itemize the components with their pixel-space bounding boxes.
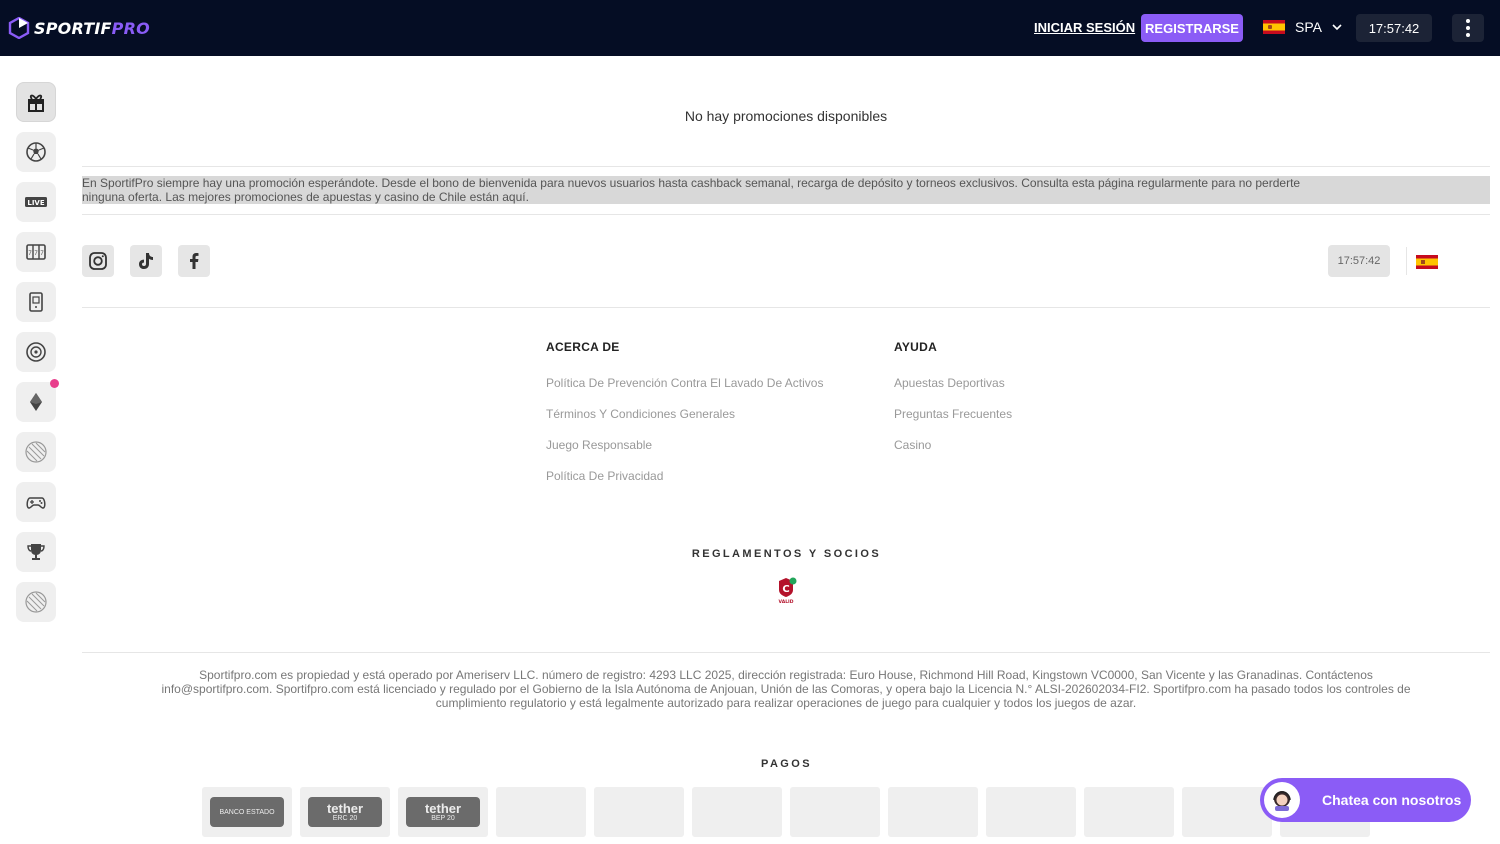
legal-line-1: Sportifpro.com es propiedad y está opera… (199, 668, 1373, 682)
chat-button[interactable]: Chatea con nosotros (1260, 778, 1471, 822)
sidebar-item-mobile-games[interactable] (16, 282, 56, 322)
svg-text:C: C (782, 584, 789, 595)
svg-text:7: 7 (40, 251, 44, 257)
roulette-icon (26, 342, 46, 362)
footer-link-privacy[interactable]: Política De Privacidad (546, 469, 663, 483)
diamond-icon (30, 393, 42, 411)
payment-method-tile: BANCO ESTADO (202, 787, 292, 837)
payment-method-tile (888, 787, 978, 837)
spain-flag-icon (1263, 20, 1285, 34)
svg-text:VALID: VALID (779, 599, 794, 605)
support-agent-icon (1273, 791, 1291, 811)
regulations-heading: REGLAMENTOS Y SOCIOS (691, 548, 882, 560)
sidebar-item-crypto[interactable] (16, 379, 59, 422)
instagram-icon (89, 252, 107, 270)
language-selector[interactable]: SPA (1263, 19, 1342, 35)
footer-link-casino[interactable]: Casino (894, 438, 931, 452)
language-label: SPA (1295, 19, 1322, 35)
chevron-down-icon (1332, 24, 1342, 31)
payment-method-tile: tether ERC 20 (300, 787, 390, 837)
license-seal-icon[interactable]: C VALID (777, 577, 797, 605)
chat-agent-avatar (1264, 782, 1300, 818)
legal-line-3: cumplimiento regulatorio y está legalmen… (435, 696, 1137, 710)
notification-dot (50, 379, 59, 388)
sidebar-item-sports[interactable] (16, 132, 56, 172)
svg-text:7: 7 (34, 251, 38, 257)
logo-text: SPORTIFPRO (34, 18, 150, 38)
help-heading: AYUDA (894, 340, 938, 354)
soccer-ball-icon (26, 142, 46, 162)
payment-method-tile (790, 787, 880, 837)
no-promotions-message: No hay promociones disponibles (684, 108, 888, 124)
payment-method-tile (594, 787, 684, 837)
slot-machine-icon: 777 (26, 244, 46, 260)
footer-link-responsible-gaming[interactable]: Juego Responsable (546, 438, 652, 452)
tiktok-link[interactable] (130, 245, 162, 277)
bank-logo: BANCO ESTADO (210, 797, 284, 827)
payment-method-tile (1084, 787, 1174, 837)
divider (82, 307, 1490, 308)
live-icon: LIVE (25, 197, 47, 207)
divider (82, 166, 1490, 167)
payments-heading: PAGOS (761, 758, 812, 770)
header-clock: 17:57:42 (1356, 14, 1432, 42)
gamepad-icon (26, 497, 46, 509)
top-header: SPORTIFPRO INICIAR SESIÓN REGISTRARSE SP… (0, 0, 1500, 56)
payment-method-tile: tether BEP 20 (398, 787, 488, 837)
login-link[interactable]: INICIAR SESIÓN (1034, 20, 1135, 35)
more-menu-button[interactable] (1452, 14, 1484, 42)
chat-label: Chatea con nosotros (1322, 792, 1462, 808)
tiktok-icon (139, 253, 153, 269)
footer-link-aml-policy[interactable]: Política De Prevención Contra El Lavado … (546, 376, 823, 390)
svg-text:LIVE: LIVE (27, 199, 44, 207)
payment-method-tile (692, 787, 782, 837)
sidebar-item-slots[interactable]: 777 (16, 232, 56, 272)
logo[interactable]: SPORTIFPRO (8, 17, 150, 39)
about-heading: ACERCA DE (546, 340, 620, 354)
facebook-icon (190, 253, 199, 269)
logo-hexagon-icon (8, 17, 30, 39)
sidebar-item-games[interactable] (16, 482, 56, 522)
sidebar-item-placeholder-1[interactable] (16, 432, 56, 472)
promotions-description-line-2: ninguna oferta. Las mejores promociones … (82, 190, 529, 204)
footer-link-faq[interactable]: Preguntas Frecuentes (894, 407, 1012, 421)
spain-flag-icon[interactable] (1416, 255, 1438, 269)
svg-text:7: 7 (28, 251, 32, 257)
sidebar-item-live[interactable]: LIVE (16, 182, 56, 222)
tether-bep20-logo: tether BEP 20 (406, 797, 480, 827)
facebook-link[interactable] (178, 245, 210, 277)
placeholder-icon (25, 441, 47, 463)
divider (82, 214, 1490, 215)
register-button[interactable]: REGISTRARSE (1141, 14, 1243, 42)
promotions-description-line-1: En SportifPro siempre hay una promoción … (82, 176, 1301, 190)
sidebar-item-promotions[interactable] (16, 82, 56, 122)
tether-erc20-logo: tether ERC 20 (308, 797, 382, 827)
sidebar-item-roulette[interactable] (16, 332, 56, 372)
instagram-link[interactable] (82, 245, 114, 277)
placeholder-icon (25, 591, 47, 613)
promotions-description: En SportifPro siempre hay una promoción … (82, 176, 1490, 204)
gift-icon (28, 94, 44, 112)
sidebar-item-placeholder-2[interactable] (16, 582, 56, 622)
footer-clock: 17:57:42 (1328, 245, 1390, 277)
legal-disclaimer: Sportifpro.com es propiedad y está opera… (82, 668, 1490, 710)
divider (82, 652, 1490, 653)
divider (1406, 247, 1407, 275)
payment-method-tile (986, 787, 1076, 837)
payment-method-tile (496, 787, 586, 837)
footer-link-terms[interactable]: Términos Y Condiciones Generales (546, 407, 735, 421)
footer-link-sports-betting[interactable]: Apuestas Deportivas (894, 376, 1005, 390)
mobile-game-icon (29, 292, 43, 312)
legal-line-2: info@sportifpro.com. Sportifpro.com está… (161, 682, 1411, 696)
payment-method-tile (1182, 787, 1272, 837)
bank-name: BANCO ESTADO (219, 808, 275, 816)
